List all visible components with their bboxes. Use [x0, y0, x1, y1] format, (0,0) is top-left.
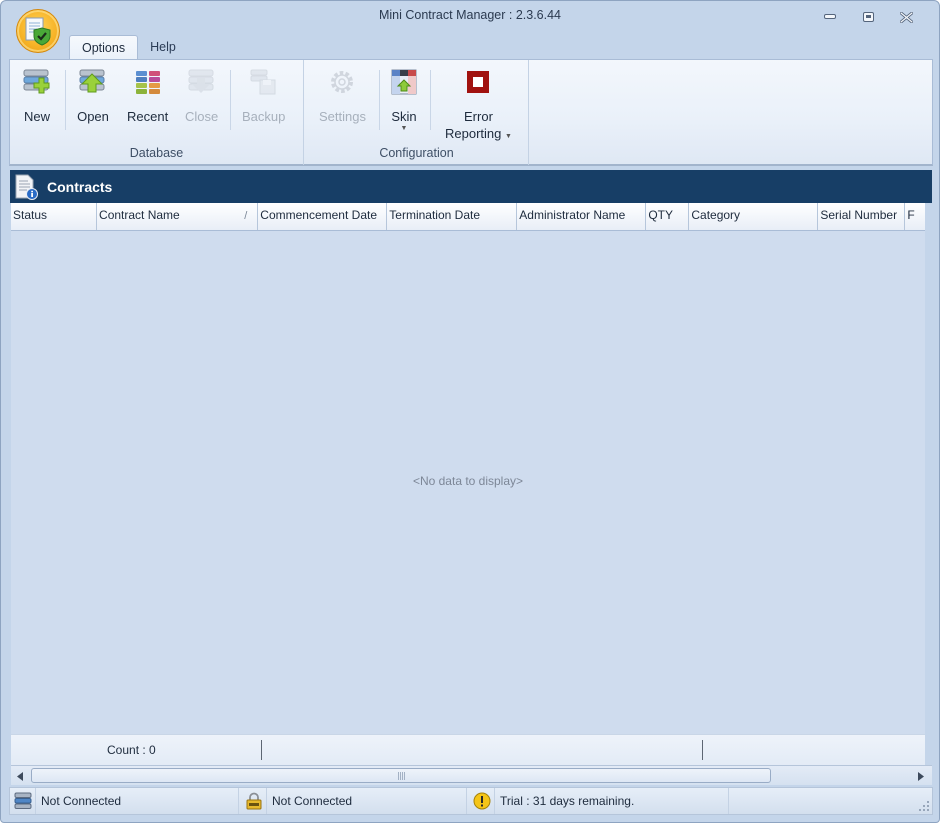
app-window: Mini Contract Manager : 2.3.6.44 Options…: [0, 0, 940, 823]
restore-icon: [862, 12, 874, 22]
database-add-icon: [21, 66, 53, 98]
skin-icon: [388, 66, 420, 98]
ribbon-separator: [430, 70, 431, 130]
column-header-status[interactable]: Status: [11, 203, 98, 230]
error-label-line1: Error: [464, 109, 493, 124]
recent-databases-icon: [132, 66, 164, 98]
close-icon: [899, 11, 913, 23]
contract-info-icon: [15, 174, 38, 200]
trial-status-text: Trial : 31 days remaining.: [500, 794, 635, 808]
ribbon-separator: [65, 70, 66, 130]
open-label: Open: [77, 109, 109, 124]
contracts-panel-header: Contracts: [10, 170, 932, 203]
column-header-contract-name-label: Contract Name: [99, 208, 180, 222]
ribbon-group-database: New Open Recent Close Backup Database: [10, 60, 304, 165]
status-bar: Not Connected Not Connected Trial: 31 d…: [9, 787, 933, 815]
error-reporting-label: Error Reporting ▼: [445, 108, 512, 142]
column-header-administrator-name[interactable]: Administrator Name: [517, 203, 647, 230]
new-button[interactable]: New: [21, 66, 53, 125]
warning-icon: [469, 788, 495, 814]
restore-button[interactable]: [849, 9, 887, 25]
settings-button[interactable]: Settings: [319, 66, 366, 125]
database-open-icon: [77, 66, 109, 98]
status-divider: [466, 788, 467, 814]
new-label: New: [23, 109, 50, 124]
open-button[interactable]: Open: [77, 66, 109, 125]
gear-icon: [326, 66, 358, 98]
backup-icon: [248, 66, 280, 98]
status-lock: Not Connected: [241, 788, 352, 814]
status-trial: Trial : 31 days remaining.: [469, 788, 634, 814]
settings-label: Settings: [319, 109, 366, 124]
column-header-truncated[interactable]: F: [905, 203, 925, 230]
configuration-group-label: Configuration: [379, 146, 454, 160]
column-header-contract-name[interactable]: Contract Name /: [97, 203, 259, 230]
backup-label: Backup: [242, 109, 286, 124]
database-close-icon: [186, 66, 218, 98]
arrow-left-icon: [17, 771, 23, 781]
contract-shield-icon: [25, 17, 51, 46]
close-button[interactable]: [887, 9, 925, 25]
ribbon-tabs: Options Help: [69, 35, 188, 60]
column-header-termination-date[interactable]: Termination Date: [387, 203, 518, 230]
skin-label: Skin: [391, 109, 417, 124]
arrow-right-icon: [918, 771, 924, 781]
status-divider: [728, 788, 729, 814]
minimize-icon: [824, 14, 836, 19]
error-reporting-button[interactable]: Error Reporting ▼: [445, 66, 512, 142]
ribbon-separator: [379, 70, 380, 130]
minimize-button[interactable]: [811, 9, 849, 25]
close-label: Close: [185, 109, 219, 124]
status-database: Not Connected: [10, 788, 121, 814]
scrollbar-grip-icon: [398, 772, 406, 780]
database-icon: [10, 788, 36, 814]
recent-label: Recent: [127, 109, 169, 124]
scrollbar-thumb[interactable]: [31, 768, 771, 783]
empty-grid-message: <No data to display>: [412, 474, 524, 488]
sort-indicator-icon: /: [244, 210, 248, 222]
column-header-category[interactable]: Category: [689, 203, 819, 230]
window-controls: [811, 9, 925, 25]
skin-button[interactable]: Skin ▼: [388, 66, 420, 133]
error-label-line2-text: Reporting: [445, 126, 502, 141]
lock-icon: [241, 788, 267, 814]
error-label-line2: Reporting ▼: [445, 125, 512, 142]
record-count: Count : 0: [107, 743, 156, 757]
column-header-serial-number[interactable]: Serial Number: [818, 203, 906, 230]
ribbon-group-configuration: Settings Skin ▼ Error Reporting ▼ Config…: [305, 60, 529, 165]
skin-dropdown-arrow: ▼: [400, 125, 408, 132]
tab-help[interactable]: Help: [138, 35, 188, 60]
column-header-commencement-date[interactable]: Commencement Date: [258, 203, 388, 230]
backup-button[interactable]: Backup: [242, 66, 285, 125]
close-database-button[interactable]: Close: [185, 66, 218, 125]
contracts-title: Contracts: [47, 178, 113, 195]
scroll-right-button[interactable]: [914, 769, 928, 783]
database-status-text: Not Connected: [41, 794, 122, 808]
column-header-qty[interactable]: QTY: [646, 203, 690, 230]
application-menu-button[interactable]: [16, 9, 60, 53]
grid-footer: Count : 0: [11, 734, 925, 765]
grid-right-edge: [925, 203, 933, 765]
footer-separator: [702, 740, 703, 760]
database-group-label: Database: [129, 146, 184, 160]
error-reporting-icon: [462, 66, 494, 98]
ribbon: New Open Recent Close Backup Database Se…: [9, 59, 933, 166]
status-divider: [238, 788, 239, 814]
lock-status-text: Not Connected: [272, 794, 353, 808]
error-dropdown-arrow: ▼: [505, 133, 512, 140]
recent-button[interactable]: Recent: [127, 66, 168, 125]
grid-column-headers: Status Contract Name / Commencement Date…: [11, 203, 925, 231]
ribbon-separator: [230, 70, 231, 130]
horizontal-scrollbar[interactable]: [11, 765, 932, 785]
contracts-grid-body[interactable]: <No data to display>: [11, 231, 925, 734]
scroll-left-button[interactable]: [13, 769, 27, 783]
window-title: Mini Contract Manager : 2.3.6.44: [378, 8, 562, 22]
resize-grip-icon[interactable]: [918, 800, 930, 812]
title-bar: Mini Contract Manager : 2.3.6.44: [1, 1, 939, 33]
footer-separator: [261, 740, 262, 760]
tab-options[interactable]: Options: [69, 35, 139, 60]
